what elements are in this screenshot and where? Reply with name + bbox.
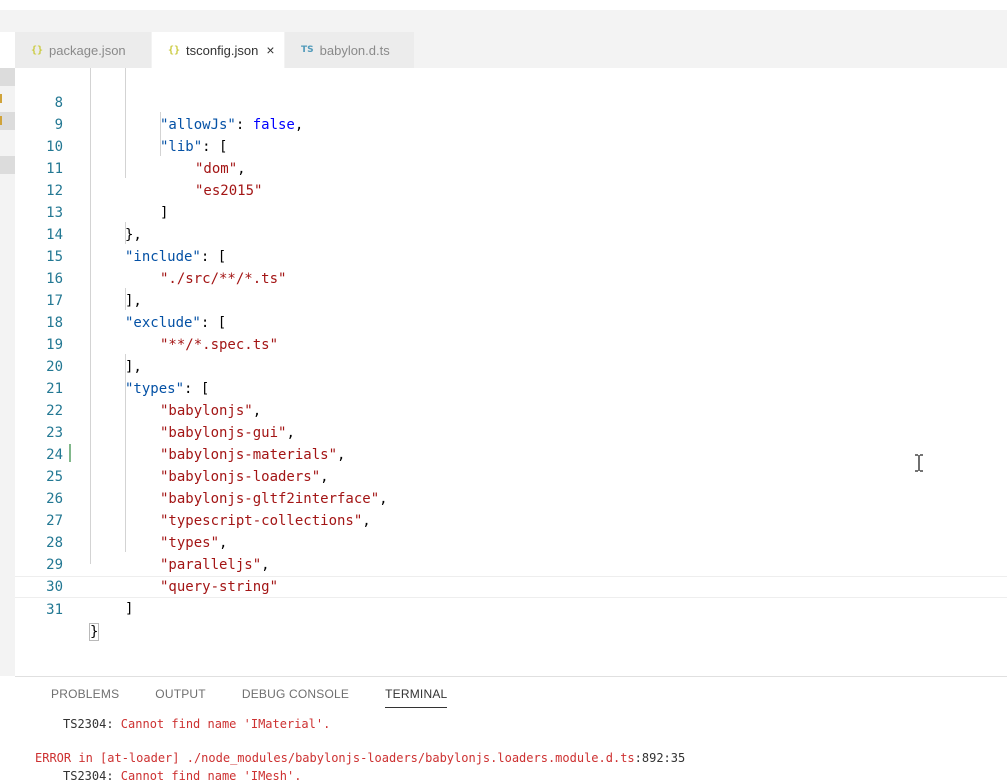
json-file-icon: {} [168, 44, 181, 56]
gutter-block [0, 112, 15, 130]
tab-label: package.json [49, 42, 126, 58]
typescript-file-icon: TS [301, 45, 314, 55]
line-number: 31 [46, 602, 63, 618]
code-line: 11 "es2015" [15, 136, 1007, 199]
json-file-icon: {} [31, 44, 44, 56]
gutter-marker [0, 94, 2, 103]
code-line: 30 ] [15, 554, 1007, 617]
tab-tsconfig-json[interactable]: {} tsconfig.json × [152, 32, 285, 68]
tab-package-json[interactable]: {} package.json [15, 32, 152, 68]
code-line: 27 "types", [15, 488, 1007, 551]
tab-terminal[interactable]: TERMINAL [385, 687, 448, 708]
gutter-block [0, 68, 15, 86]
tab-problems[interactable]: PROBLEMS [51, 687, 119, 708]
tab-label: tsconfig.json [186, 42, 259, 58]
terminal-line: TS2304: Cannot find name 'IMesh'. [63, 769, 302, 783]
editor-tab-bar: {} package.json {} tsconfig.json × TS ba… [15, 32, 1007, 68]
code-line: 18 "**/*.spec.ts" [15, 290, 1007, 353]
tab-output[interactable]: OUTPUT [155, 687, 206, 708]
window-top-strip [0, 0, 1007, 10]
code-line: 28 "paralleljs", [15, 510, 1007, 573]
code-line: 8 "allowJs": false, [15, 70, 1007, 133]
matching-brace: } [88, 623, 100, 641]
panel-tabs: PROBLEMS OUTPUT DEBUG CONSOLE TERMINAL [51, 687, 483, 708]
code-line: 21 "babylonjs", [15, 356, 1007, 419]
terminal-line: ERROR in [at-loader] ./node_modules/baby… [35, 751, 686, 765]
code-line: 9 "lib": [ [15, 92, 1007, 155]
code-line: 26 "typescript-collections", [15, 466, 1007, 529]
gutter-marker [0, 116, 2, 125]
code-line: 22 "babylonjs-gui", [15, 378, 1007, 441]
tab-label: babylon.d.ts [319, 42, 390, 58]
tab-babylon-d-ts[interactable]: TS babylon.d.ts [285, 32, 415, 68]
code-line: 20 "types": [ [15, 334, 1007, 397]
close-icon[interactable]: × [266, 42, 274, 58]
code-line: 12 ] [15, 158, 1007, 221]
code-editor[interactable]: 8 "allowJs": false, 9 "lib": [ 10 "dom",… [15, 68, 1007, 676]
code-line: 16 ], [15, 246, 1007, 309]
code-line: 15 "./src/**/*.ts" [15, 224, 1007, 287]
gutter-block [0, 156, 15, 174]
terminal-line: TS2304: Cannot find name 'IMaterial'. [63, 717, 331, 731]
code-line: 14 "include": [ [15, 202, 1007, 265]
code-line: 24 "babylonjs-loaders", [15, 422, 1007, 485]
bottom-panel: PROBLEMS OUTPUT DEBUG CONSOLE TERMINAL T… [15, 676, 1007, 783]
code-line: 19 ], [15, 312, 1007, 375]
code-line: 29 "query-string" [15, 532, 1007, 595]
tab-debug-console[interactable]: DEBUG CONSOLE [242, 687, 349, 708]
code-line-current: 31 } [15, 576, 1007, 641]
code-line: 25 "babylonjs-gltf2interface", [15, 444, 1007, 507]
code-line: 10 "dom", [15, 114, 1007, 177]
code-line: 13 }, [15, 180, 1007, 243]
text-cursor-icon [915, 454, 923, 472]
title-band [0, 10, 1007, 32]
code-line: 17 "exclude": [ [15, 268, 1007, 331]
code-line: 23 "babylonjs-materials", [15, 400, 1007, 463]
